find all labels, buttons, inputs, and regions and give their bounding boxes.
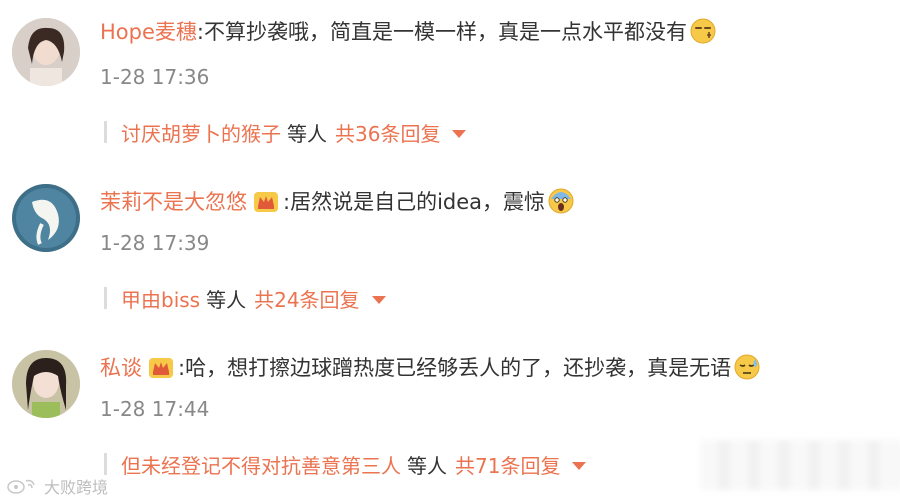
chevron-down-icon[interactable]	[371, 296, 386, 304]
avatar[interactable]	[12, 184, 80, 252]
reply-count-link[interactable]: 共71条回复	[455, 450, 560, 479]
comment-text: :居然说是自己的idea，震惊	[283, 190, 546, 214]
comment-text: :哈，想打擦边球蹭热度已经够丢人的了，还抄袭，真是无语	[178, 356, 732, 380]
crown-vip-icon[interactable]	[148, 356, 174, 380]
reply-divider	[104, 287, 107, 309]
crown-vip-icon[interactable]	[253, 190, 279, 214]
watermark: 大败跨境	[6, 474, 108, 498]
reply-divider	[104, 453, 107, 475]
username-link[interactable]: 茉莉不是大忽悠	[100, 186, 247, 216]
chevron-down-icon[interactable]	[452, 130, 467, 138]
reply-username-link[interactable]: 但未经登记不得对抗善意第三人	[121, 450, 401, 479]
reply-others-text: 等人	[407, 453, 447, 478]
reply-summary[interactable]: 但未经登记不得对抗善意第三人 等人 共71条回复	[104, 450, 587, 479]
blurred-region	[700, 440, 900, 490]
reply-count-link[interactable]: 共36条回复	[335, 118, 440, 147]
username-link[interactable]: Hope麦穗	[100, 16, 197, 46]
reply-username-link[interactable]: 甲由biss	[121, 284, 200, 313]
reply-summary[interactable]: 讨厌胡萝卜的猴子 等人 共36条回复	[104, 118, 467, 147]
reply-others-text: 等人	[206, 287, 247, 312]
reply-username-link[interactable]: 讨厌胡萝卜的猴子	[121, 118, 281, 147]
watermark-text: 大败跨境	[44, 478, 109, 497]
comment-text: :不算抄袭哦，简直是一模一样，真是一点水平都没有	[196, 20, 687, 44]
comment-time: 1-28 17:36	[100, 65, 210, 89]
sweat-face-emoji-icon	[734, 354, 760, 380]
chevron-down-icon[interactable]	[572, 462, 587, 470]
reply-summary[interactable]: 甲由biss 等人 共24条回复	[104, 284, 386, 312]
scream-face-emoji-icon	[548, 188, 574, 214]
reply-count-link[interactable]: 共24条回复	[254, 284, 359, 313]
weibo-logo-icon	[7, 479, 35, 494]
smirk-face-emoji-icon	[690, 18, 716, 44]
avatar[interactable]	[12, 350, 80, 418]
reply-others-text: 等人	[287, 121, 327, 146]
comment-time: 1-28 17:39	[100, 231, 210, 255]
avatar[interactable]	[12, 18, 80, 86]
username-link[interactable]: 私谈	[100, 352, 142, 382]
reply-divider	[104, 121, 107, 143]
comment-time: 1-28 17:44	[100, 397, 210, 421]
